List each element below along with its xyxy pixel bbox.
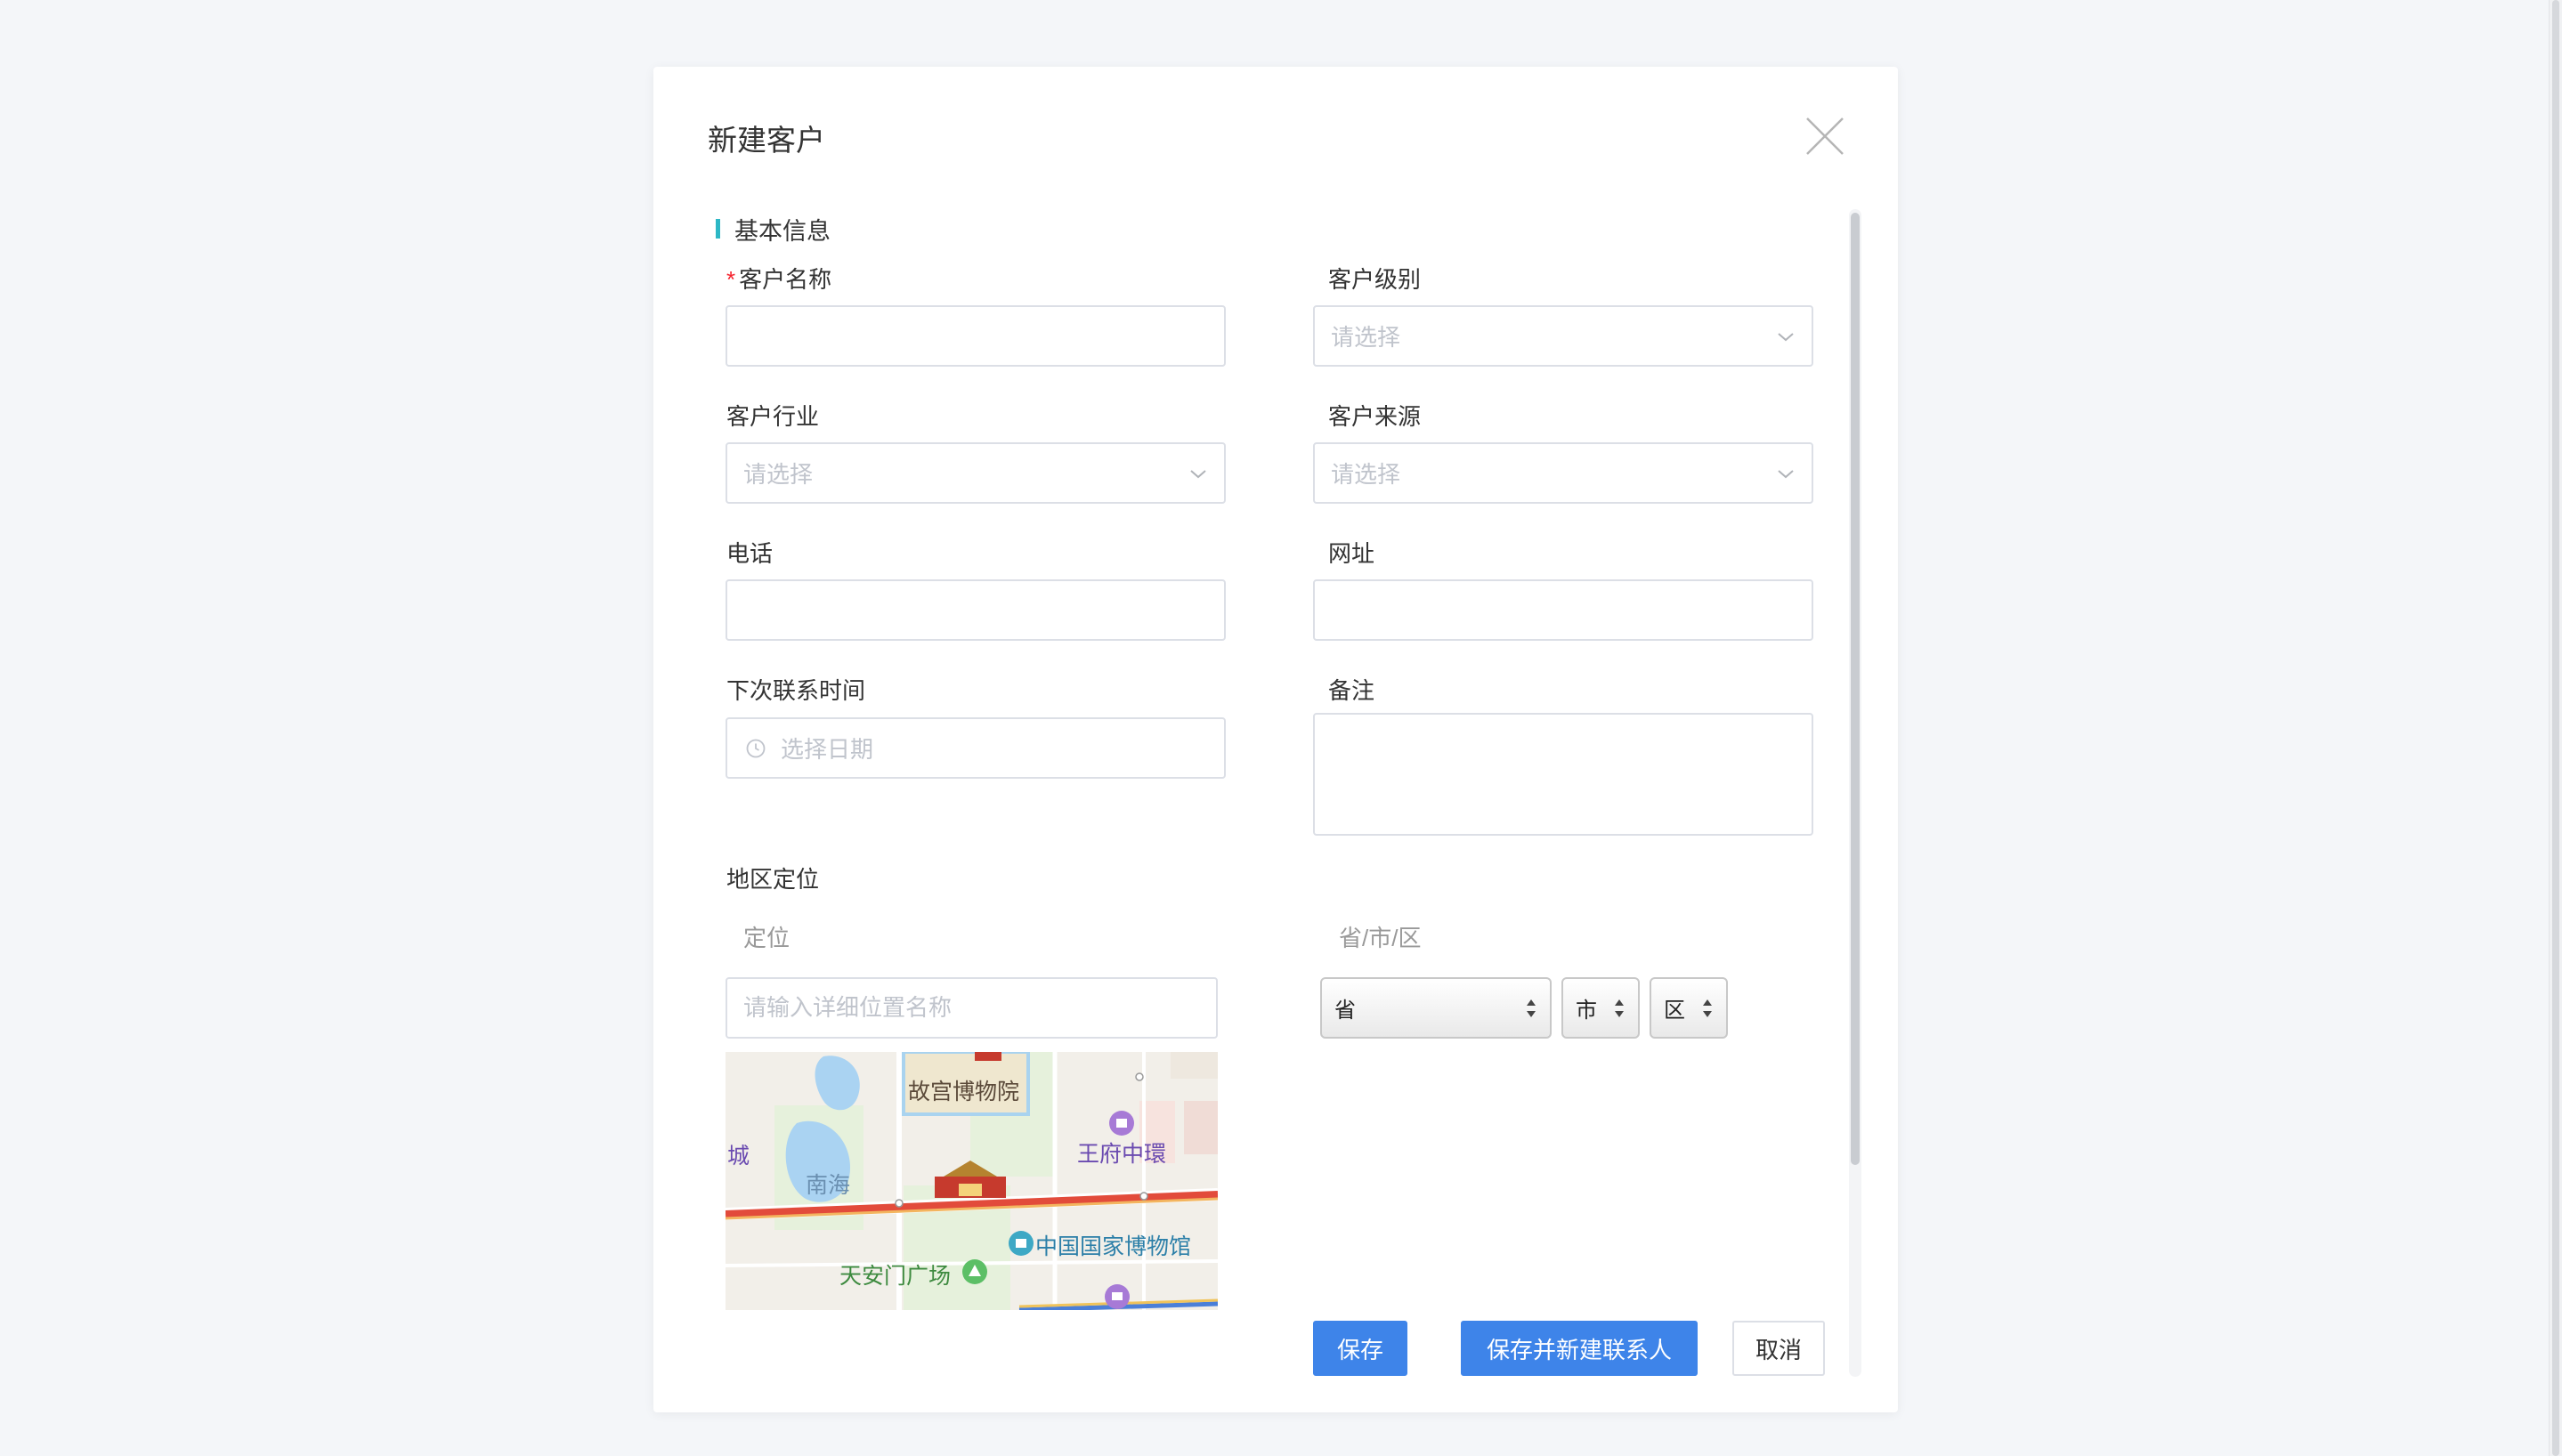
city-select-value: 市 xyxy=(1576,999,1597,1023)
website-input[interactable] xyxy=(1313,579,1813,641)
customer-industry-label: 客户行业 xyxy=(726,403,820,430)
map-label-nanhai: 南海 xyxy=(806,1173,851,1198)
province-select-value: 省 xyxy=(1334,999,1356,1023)
location-map[interactable]: 故宫博物院 王府中環 南海 城 中国国家博物馆 天安门广场 xyxy=(726,1052,1218,1310)
customer-name-label: * 客户名称 xyxy=(726,262,831,295)
customer-industry-select[interactable]: 请选择 xyxy=(726,442,1226,504)
district-select-value: 区 xyxy=(1664,999,1685,1023)
page-scrollbar-thumb[interactable] xyxy=(2552,0,2559,1456)
phone-input[interactable] xyxy=(726,579,1226,641)
dialog-title: 新建客户 xyxy=(708,124,825,157)
chevron-down-icon xyxy=(1190,469,1206,478)
next-contact-date-picker[interactable]: 选择日期 xyxy=(726,717,1226,779)
dialog-scrollbar[interactable] xyxy=(1849,209,1861,1377)
section-title-text: 基本信息 xyxy=(734,217,831,245)
customer-name-input[interactable] xyxy=(726,305,1226,367)
customer-level-label: 客户级别 xyxy=(1328,266,1422,293)
location-label: 定位 xyxy=(743,925,790,951)
remark-label: 备注 xyxy=(1328,677,1375,704)
pcd-label: 省/市/区 xyxy=(1339,925,1422,951)
updown-arrows-icon xyxy=(1703,999,1712,1017)
map-label-cheng: 城 xyxy=(727,1144,750,1169)
required-mark: * xyxy=(726,266,736,293)
updown-arrows-icon xyxy=(1615,999,1624,1017)
region-label: 地区定位 xyxy=(726,866,820,893)
date-placeholder: 选择日期 xyxy=(781,736,874,763)
remark-textarea[interactable] xyxy=(1313,713,1813,836)
province-select[interactable]: 省 xyxy=(1320,977,1552,1039)
map-label-national-museum: 中国国家博物馆 xyxy=(1035,1234,1192,1259)
customer-name-label-text: 客户名称 xyxy=(739,266,832,293)
cancel-button[interactable]: 取消 xyxy=(1732,1321,1825,1376)
close-icon[interactable] xyxy=(1804,116,1845,157)
customer-source-label: 客户来源 xyxy=(1328,403,1422,430)
customer-source-placeholder: 请选择 xyxy=(1331,461,1401,488)
chevron-down-icon xyxy=(1778,332,1794,341)
map-label-palace-museum: 故宫博物院 xyxy=(908,1080,1020,1104)
save-and-new-contact-button[interactable]: 保存并新建联系人 xyxy=(1461,1321,1698,1376)
website-label: 网址 xyxy=(1328,540,1375,567)
district-select[interactable]: 区 xyxy=(1650,977,1728,1039)
customer-level-select[interactable]: 请选择 xyxy=(1313,305,1813,367)
customer-level-placeholder: 请选择 xyxy=(1331,324,1401,351)
chevron-down-icon xyxy=(1778,469,1794,478)
customer-source-select[interactable]: 请选择 xyxy=(1313,442,1813,504)
section-title: 基本信息 xyxy=(716,214,831,245)
customer-industry-placeholder: 请选择 xyxy=(743,461,814,488)
save-button[interactable]: 保存 xyxy=(1313,1321,1407,1376)
map-label-wangfujing: 王府中環 xyxy=(1077,1142,1167,1167)
location-search-input[interactable] xyxy=(726,977,1218,1039)
phone-label: 电话 xyxy=(726,540,774,567)
dialog-scrollbar-thumb[interactable] xyxy=(1851,213,1860,1165)
updown-arrows-icon xyxy=(1527,999,1536,1017)
city-select[interactable]: 市 xyxy=(1561,977,1640,1039)
page-scrollbar[interactable] xyxy=(2549,0,2562,1456)
clock-icon xyxy=(746,739,766,757)
map-label-tiananmen-square: 天安门广场 xyxy=(839,1264,952,1289)
section-accent-bar xyxy=(716,219,720,239)
new-customer-dialog: 新建客户 基本信息 * 客户名称 客户级别 请选择 客户行业 请选择 客户来源 请… xyxy=(653,67,1898,1412)
next-contact-time-label: 下次联系时间 xyxy=(726,677,866,704)
